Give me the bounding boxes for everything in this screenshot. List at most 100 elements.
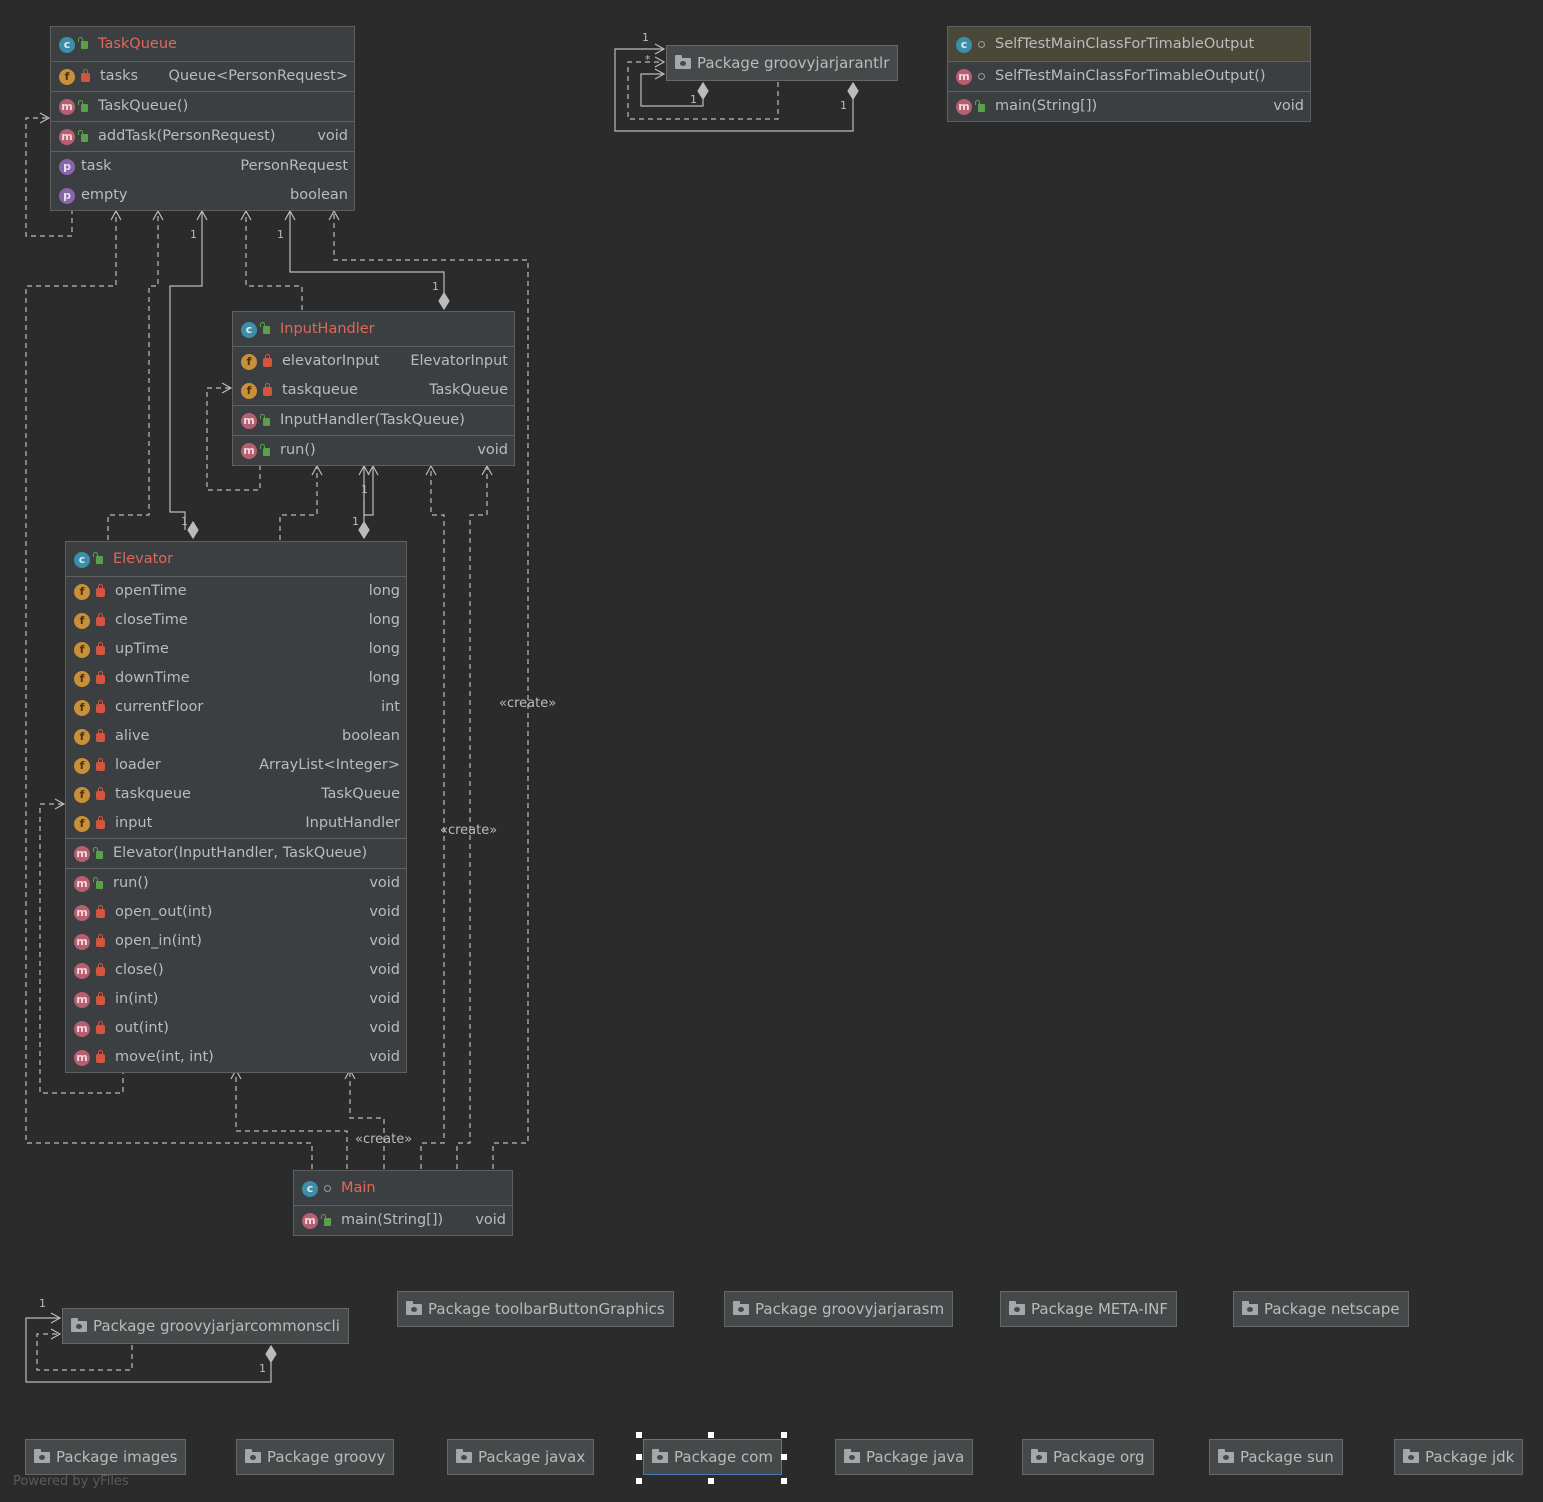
class-taskqueue[interactable]: c TaskQueue f tasks Queue<PersonRequest> m T… — [50, 26, 355, 211]
class-header[interactable]: c Elevator — [66, 542, 406, 577]
resize-handle[interactable] — [708, 1478, 714, 1484]
package-label: Package groovy — [267, 1448, 386, 1466]
field-type: long — [368, 670, 400, 686]
package-groovyjarjarcommonscli[interactable]: Package groovyjarjarcommonscli — [62, 1308, 349, 1344]
field-row[interactable]: f alive boolean — [66, 722, 406, 751]
method-name: run() — [113, 875, 149, 891]
field-row[interactable]: f tasks Queue<PersonRequest> — [51, 62, 354, 91]
constructor-row[interactable]: m TaskQueue() — [51, 92, 354, 121]
constructor-name: SelfTestMainClassForTimableOutput() — [995, 68, 1266, 84]
class-name: InputHandler — [280, 321, 375, 337]
package-meta-inf[interactable]: Package META-INF — [1000, 1291, 1177, 1327]
method-row[interactable]: m close() void — [66, 956, 406, 985]
class-header[interactable]: c Main — [294, 1171, 512, 1206]
folder-icon — [34, 1449, 50, 1463]
package-sun[interactable]: Package sun — [1209, 1439, 1343, 1475]
method-row[interactable]: m run() void — [233, 436, 514, 465]
resize-handle[interactable] — [781, 1432, 787, 1438]
field-row[interactable]: f upTime long — [66, 635, 406, 664]
field-icon: f — [74, 786, 90, 803]
class-icon: c — [59, 37, 75, 53]
method-name: main(String[]) — [995, 98, 1098, 114]
folder-icon — [71, 1318, 87, 1332]
diamond-elevator-inputhandler — [358, 520, 370, 540]
constructor-row[interactable]: m InputHandler(TaskQueue) — [233, 406, 514, 435]
method-row[interactable]: m out(int) void — [66, 1014, 406, 1043]
public-icon — [93, 846, 103, 859]
resize-handle[interactable] — [636, 1478, 642, 1484]
multiplicity-label: 1 — [840, 99, 847, 112]
property-row[interactable]: p empty boolean — [51, 181, 354, 210]
property-type: PersonRequest — [240, 158, 348, 174]
create-label-3: «create» — [355, 1132, 413, 1147]
package-jdk[interactable]: Package jdk — [1394, 1439, 1524, 1475]
method-row[interactable]: m in(int) void — [66, 985, 406, 1014]
resize-handle[interactable] — [636, 1432, 642, 1438]
package-images[interactable]: Package images — [25, 1439, 187, 1475]
field-type: int — [381, 699, 400, 715]
method-row[interactable]: m main(String[]) void — [294, 1206, 512, 1235]
field-name: upTime — [115, 641, 169, 657]
package-javax[interactable]: Package javax — [447, 1439, 595, 1475]
method-return-type: void — [369, 875, 400, 891]
resize-handle[interactable] — [781, 1478, 787, 1484]
class-name: TaskQueue — [98, 36, 177, 52]
package-com[interactable]: Package com — [643, 1439, 782, 1475]
field-row[interactable]: f openTime long — [66, 577, 406, 606]
field-type: ArrayList<Integer> — [259, 757, 400, 773]
class-header[interactable]: c SelfTestMainClassForTimableOutput — [948, 27, 1310, 62]
field-row[interactable]: f taskqueue TaskQueue — [233, 376, 514, 405]
package-toolbarbuttongraphics[interactable]: Package toolbarButtonGraphics — [397, 1291, 674, 1327]
package-groovyjarjarasm[interactable]: Package groovyjarjarasm — [724, 1291, 954, 1327]
property-row[interactable]: p task PersonRequest — [51, 152, 354, 181]
field-row[interactable]: f closeTime long — [66, 606, 406, 635]
method-row[interactable]: m main(String[]) void — [948, 92, 1310, 121]
multiplicity-label: 1 — [39, 1297, 46, 1310]
method-row[interactable]: m addTask(PersonRequest) void — [51, 122, 354, 151]
field-name: alive — [115, 728, 150, 744]
constructor-row[interactable]: m Elevator(InputHandler, TaskQueue) — [66, 839, 406, 868]
methods-section: m run() void — [233, 436, 514, 465]
class-selftest[interactable]: c SelfTestMainClassForTimableOutput m Self… — [947, 26, 1311, 122]
field-row[interactable]: f downTime long — [66, 664, 406, 693]
main-class-icon: c — [302, 1181, 318, 1197]
constructor-row[interactable]: m SelfTestMainClassForTimableOutput() — [948, 62, 1310, 91]
public-icon — [975, 99, 985, 112]
class-header[interactable]: c TaskQueue — [51, 27, 354, 62]
method-row[interactable]: m open_in(int) void — [66, 927, 406, 956]
field-icon: f — [74, 757, 90, 774]
resize-handle[interactable] — [708, 1432, 714, 1438]
package-label: Package jdk — [1425, 1448, 1515, 1466]
method-row[interactable]: m move(int, int) void — [66, 1043, 406, 1072]
method-name: open_out(int) — [115, 904, 213, 920]
methods-section: m main(String[]) void — [294, 1206, 512, 1235]
folder-icon — [675, 55, 691, 69]
public-icon — [93, 876, 103, 889]
class-elevator[interactable]: c Elevator f openTime long f closeTime long f… — [65, 541, 407, 1073]
public-icon — [321, 1213, 331, 1226]
package-java[interactable]: Package java — [835, 1439, 974, 1475]
field-row[interactable]: f elevatorInput ElevatorInput — [233, 347, 514, 376]
package-netscape[interactable]: Package netscape — [1233, 1291, 1409, 1327]
package-groovyjarjarantlr[interactable]: Package groovyjarjarantlr — [666, 45, 899, 81]
multiplicity-label: 1 — [361, 483, 368, 496]
package-groovy[interactable]: Package groovy — [236, 1439, 395, 1475]
package-org[interactable]: Package org — [1022, 1439, 1154, 1475]
class-header[interactable]: c InputHandler — [233, 312, 514, 347]
resize-handle[interactable] — [781, 1454, 787, 1460]
class-inputhandler[interactable]: c InputHandler f elevatorInput ElevatorInpu… — [232, 311, 515, 466]
field-type: TaskQueue — [429, 382, 508, 398]
methods-section: m main(String[]) void — [948, 92, 1310, 121]
property-icon: p — [59, 187, 75, 204]
public-icon — [78, 99, 88, 112]
field-row[interactable]: f currentFloor int — [66, 693, 406, 722]
field-row[interactable]: f input InputHandler — [66, 809, 406, 838]
method-row[interactable]: m open_out(int) void — [66, 898, 406, 927]
class-name: Elevator — [113, 551, 174, 567]
field-row[interactable]: f taskqueue TaskQueue — [66, 780, 406, 809]
resize-handle[interactable] — [636, 1454, 642, 1460]
class-main[interactable]: c Main m main(String[]) void — [293, 1170, 513, 1236]
method-row[interactable]: m run() void — [66, 869, 406, 898]
field-row[interactable]: f loader ArrayList<Integer> — [66, 751, 406, 780]
public-icon — [78, 37, 88, 49]
